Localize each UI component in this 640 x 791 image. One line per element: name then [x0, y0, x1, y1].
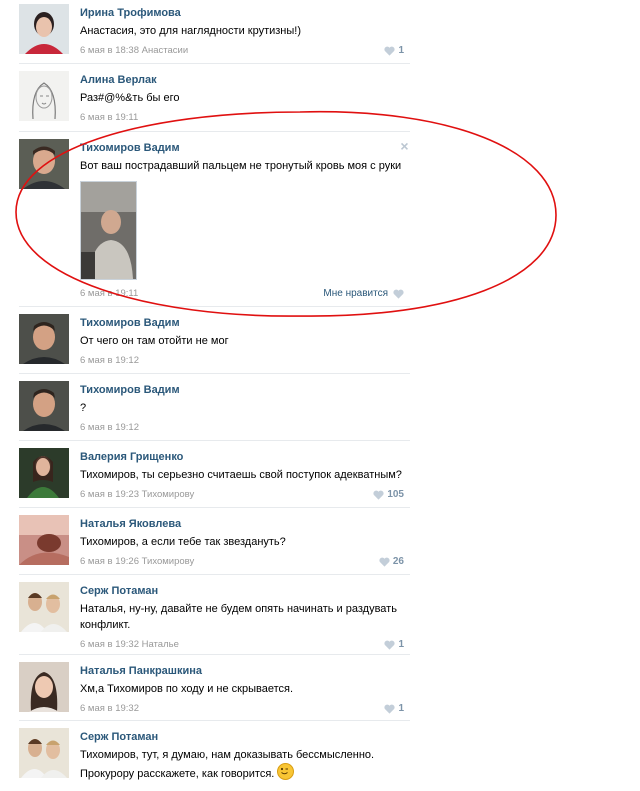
avatar[interactable] — [19, 381, 69, 431]
comment-date[interactable]: 6 мая в 19:11 — [80, 112, 138, 123]
avatar[interactable] — [19, 4, 69, 54]
comment-date[interactable]: 6 мая в 18:38 — [80, 45, 139, 56]
like-button[interactable]: 1 — [384, 639, 404, 651]
comment-date[interactable]: 6 мая в 19:26 — [80, 556, 139, 567]
comment-meta: 6 мая в 18:38 Анастасии 1 — [80, 45, 404, 57]
comment-date[interactable]: 6 мая в 19:11 — [80, 288, 138, 299]
reply-to-link[interactable]: Наталье — [142, 639, 179, 650]
comment-meta: 6 мая в 19:11 — [80, 112, 404, 124]
comment-meta: 6 мая в 19:11 Мне нравится — [80, 288, 404, 300]
like-label[interactable]: Мне нравится — [323, 288, 388, 300]
comment-text: ? — [80, 402, 87, 414]
like-count: 1 — [398, 703, 404, 714]
comment-date[interactable]: 6 мая в 19:12 — [80, 422, 139, 433]
avatar[interactable] — [19, 728, 69, 778]
wink-smiley-icon — [277, 763, 295, 780]
reply-to-link[interactable]: Тихомирову — [142, 556, 195, 567]
comment-author[interactable]: Наталья Панкрашкина — [80, 664, 404, 678]
heart-icon — [384, 640, 396, 650]
heart-icon — [393, 289, 404, 299]
heart-icon — [379, 557, 390, 567]
comment-date[interactable]: 6 мая в 19:23 — [80, 489, 139, 500]
comment-date[interactable]: 6 мая в 19:32 — [80, 639, 139, 650]
reply-to-link[interactable]: Анастасии — [142, 45, 189, 56]
comment-text: Раз#@%&ть бы его — [80, 92, 180, 104]
comment-meta: 6 мая в 19:12 — [80, 355, 404, 367]
comment-author[interactable]: Серж Потаман — [80, 584, 404, 598]
comment-meta: 6 мая в 19:32 Наталье 1 — [80, 639, 404, 651]
comment-text-body: Тихомиров, тут, я думаю, нам доказывать … — [80, 749, 375, 780]
avatar[interactable] — [19, 582, 69, 632]
comment-author[interactable]: Алина Верлак — [80, 73, 404, 87]
comment-text: Тихомиров, а если тебе так звездануть? — [80, 536, 286, 548]
comment-author[interactable]: Тихомиров Вадим — [80, 316, 404, 330]
comment-text: Вот ваш пострадавший пальцем не тронутый… — [80, 160, 402, 172]
comment-item: Алина Верлак Раз#@%&ть бы его 6 мая в 19… — [19, 64, 410, 132]
heart-icon — [384, 46, 396, 56]
comment-item: Тихомиров Вадим ? 6 мая в 19:12 — [19, 374, 410, 441]
comment-item: Наталья Панкрашкина Хм,а Тихомиров по хо… — [19, 655, 410, 721]
comment-text: Тихомиров, ты серьезно считаешь свой пос… — [80, 469, 402, 481]
comment-text: От чего он там отойти не мог — [80, 335, 229, 347]
comment-author[interactable]: Тихомиров Вадим — [80, 141, 404, 155]
comment-item: Серж Потаман Наталья, ну-ну, давайте не … — [19, 575, 410, 655]
comment-text: Наталья, ну-ну, давайте не будем опять н… — [80, 603, 397, 631]
comment-item: Наталья Яковлева Тихомиров, а если тебе … — [19, 508, 410, 575]
comment-author[interactable]: Валерия Грищенко — [80, 450, 404, 464]
comment-meta: 6 мая в 19:12 — [80, 422, 404, 434]
comment-author[interactable]: Тихомиров Вадим — [80, 383, 404, 397]
comment-item: × Тихомиров Вадим Вот ваш пострадавший п… — [19, 132, 410, 307]
comment-meta: 6 мая в 19:26 Тихомирову 26 — [80, 556, 404, 568]
comment-date[interactable]: 6 мая в 19:32 — [80, 703, 139, 714]
like-button[interactable]: 1 — [384, 703, 404, 715]
heart-icon — [373, 490, 384, 500]
like-count: 1 — [398, 639, 404, 650]
like-count: 26 — [392, 556, 404, 567]
comment-date[interactable]: 6 мая в 19:12 — [80, 355, 139, 366]
comment-text: Анастасия, это для наглядности крутизны!… — [80, 25, 302, 37]
comment-item: Ирина Трофимова Анастасия, это для нагля… — [19, 0, 410, 64]
avatar[interactable] — [19, 662, 69, 712]
comment-meta: 6 мая в 19:23 Тихомирову 105 — [80, 489, 404, 501]
comment-text: Хм,а Тихомиров по ходу и не скрывается. — [80, 683, 294, 695]
avatar[interactable] — [19, 515, 69, 565]
comment-author[interactable]: Наталья Яковлева — [80, 517, 404, 531]
like-button[interactable]: 105 — [373, 489, 404, 501]
photo-attachment[interactable] — [80, 181, 137, 280]
heart-icon — [384, 704, 396, 714]
reply-to-link[interactable]: Тихомирову — [142, 489, 195, 500]
comment-text: Тихомиров, тут, я думаю, нам доказывать … — [80, 747, 404, 782]
avatar[interactable] — [19, 314, 69, 364]
comment-item: Серж Потаман Тихомиров, тут, я думаю, на… — [19, 721, 410, 791]
comment-author[interactable]: Ирина Трофимова — [80, 6, 404, 20]
comment-meta: 6 мая в 19:32 1 — [80, 703, 404, 715]
avatar[interactable] — [19, 139, 69, 189]
like-button[interactable]: 1 — [384, 45, 404, 57]
like-count: 1 — [398, 45, 404, 56]
comment-author[interactable]: Серж Потаман — [80, 730, 404, 744]
like-button[interactable]: Мне нравится — [323, 288, 404, 300]
avatar[interactable] — [19, 448, 69, 498]
avatar[interactable] — [19, 71, 69, 121]
like-count: 105 — [387, 489, 404, 500]
comment-item: Валерия Грищенко Тихомиров, ты серьезно … — [19, 441, 410, 508]
comment-item: Тихомиров Вадим От чего он там отойти не… — [19, 307, 410, 374]
like-button[interactable]: 26 — [379, 556, 404, 568]
